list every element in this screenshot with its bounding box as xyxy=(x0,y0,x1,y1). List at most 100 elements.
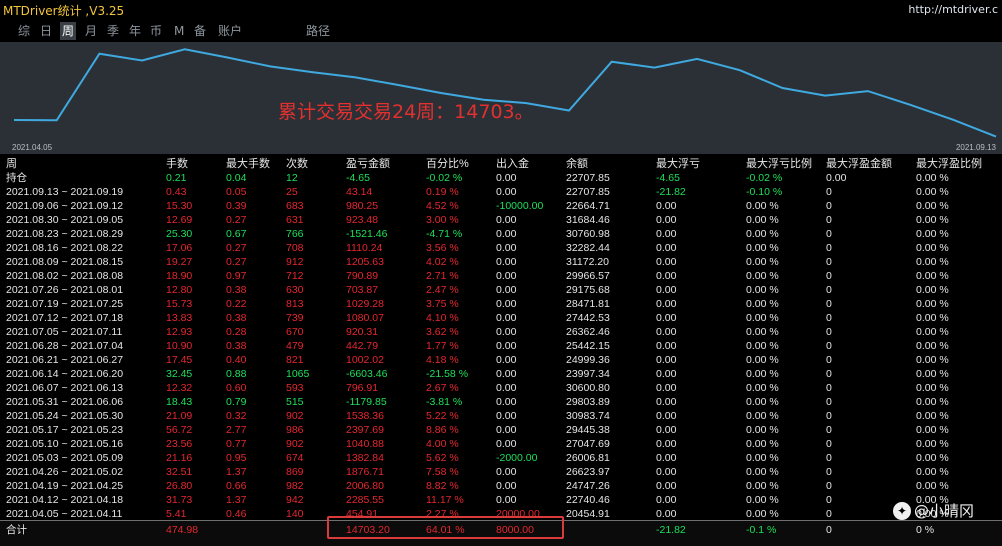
nav-tab-9[interactable]: 账户 xyxy=(216,22,244,40)
table-cell: 0.39 xyxy=(226,200,247,212)
table-row[interactable]: 2021.08.16 ~ 2021.08.22 17.06 0.27 708 1110.… xyxy=(0,241,1002,255)
table-cell: 1029.28 xyxy=(346,298,384,310)
table-row[interactable]: 2021.05.03 ~ 2021.05.09 21.16 0.95 674 1382.… xyxy=(0,451,1002,465)
table-cell: 2021.04.19 ~ 2021.04.25 xyxy=(6,480,124,492)
table-cell: 12.93 xyxy=(166,326,193,338)
total-max-dd: -21.82 xyxy=(656,524,686,536)
total-max-fp-pct: 0 % xyxy=(916,524,935,536)
table-row[interactable]: 2021.05.17 ~ 2021.05.23 56.72 2.77 986 2397.… xyxy=(0,423,1002,437)
table-cell: 2021.04.26 ~ 2021.05.02 xyxy=(6,466,124,478)
chart-start-date: 2021.04.05 xyxy=(12,143,53,152)
table-cell: 1040.88 xyxy=(346,438,384,450)
table-cell: 1.77 % xyxy=(426,340,459,352)
table-cell: 2021.08.23 ~ 2021.08.29 xyxy=(6,228,124,240)
table-cell: 15.30 xyxy=(166,200,193,212)
table-row[interactable]: 2021.08.09 ~ 2021.08.15 19.27 0.27 912 1205.… xyxy=(0,255,1002,269)
table-row[interactable]: 2021.06.07 ~ 2021.06.13 12.32 0.60 593 796.9… xyxy=(0,381,1002,395)
table-cell: 2021.08.30 ~ 2021.09.05 xyxy=(6,214,124,226)
nav-tab-4[interactable]: 季 xyxy=(105,22,121,40)
table-cell: 0.21 xyxy=(166,172,187,184)
table-row[interactable]: 2021.06.14 ~ 2021.06.20 32.45 0.88 1065 -660… xyxy=(0,367,1002,381)
table-cell: 942 xyxy=(286,494,304,506)
table-cell: 0.00 % xyxy=(916,326,949,338)
table-row[interactable]: 2021.09.06 ~ 2021.09.12 15.30 0.39 683 980.2… xyxy=(0,199,1002,213)
table-cell: 0.00 xyxy=(656,410,677,422)
table-row[interactable]: 2021.07.19 ~ 2021.07.25 15.73 0.22 813 1029.… xyxy=(0,297,1002,311)
table-cell: 2021.06.14 ~ 2021.06.20 xyxy=(6,368,124,380)
open-position-row[interactable]: 持仓 0.21 0.04 12 -4.65 -0.02 % 0.00 22707.85 -4.6… xyxy=(0,171,1002,185)
table-row[interactable]: 2021.04.19 ~ 2021.04.25 26.80 0.66 982 2006.… xyxy=(0,479,1002,493)
table-cell: 0 xyxy=(826,298,832,310)
table-cell: 8.82 % xyxy=(426,480,459,492)
table-row[interactable]: 2021.06.21 ~ 2021.06.27 17.45 0.40 821 1002.… xyxy=(0,353,1002,367)
nav-tab-2[interactable]: 周 xyxy=(60,22,77,40)
table-row[interactable]: 2021.07.26 ~ 2021.08.01 12.80 0.38 630 703.8… xyxy=(0,283,1002,297)
table-row[interactable]: 2021.06.28 ~ 2021.07.04 10.90 0.38 479 442.7… xyxy=(0,339,1002,353)
table-row[interactable]: 2021.05.24 ~ 2021.05.30 21.09 0.32 902 1538.… xyxy=(0,409,1002,423)
table-cell: 18.90 xyxy=(166,270,193,282)
table-cell: 15.73 xyxy=(166,298,193,310)
table-cell: 923.48 xyxy=(346,214,379,226)
table-cell: 25 xyxy=(286,186,298,198)
nav-tab-1[interactable]: 日 xyxy=(38,22,54,40)
nav-tab-7[interactable]: M xyxy=(172,22,186,40)
table-cell: 30760.98 xyxy=(566,228,610,240)
table-row[interactable]: 2021.07.05 ~ 2021.07.11 12.93 0.28 670 920.3… xyxy=(0,325,1002,339)
table-row[interactable]: 2021.08.02 ~ 2021.08.08 18.90 0.97 712 790.8… xyxy=(0,269,1002,283)
website-link[interactable]: http://mtdriver.c xyxy=(908,3,998,16)
table-cell: 0.00 % xyxy=(746,438,779,450)
table-cell: 31172.20 xyxy=(566,256,610,268)
table-cell: 0.00 % xyxy=(746,368,779,380)
table-cell: -1179.85 xyxy=(346,396,387,408)
app-title: MTDriver统计 ,V3.25 xyxy=(3,4,125,18)
table-cell: 0.00 % xyxy=(746,228,779,240)
table-cell: 0.00 xyxy=(656,228,677,240)
table-cell: 0.00 xyxy=(496,466,517,478)
column-header: 最大浮亏比例 xyxy=(746,158,812,170)
table-cell: 2021.04.05 ~ 2021.04.11 xyxy=(6,508,123,520)
table-cell: 0.00 % xyxy=(916,438,949,450)
nav-tab-6[interactable]: 币 xyxy=(148,22,164,40)
table-cell: 0 xyxy=(826,382,832,394)
table-row[interactable]: 2021.04.12 ~ 2021.04.18 31.73 1.37 942 2285.… xyxy=(0,493,1002,507)
nav-tab-0[interactable]: 综 xyxy=(16,22,32,40)
column-header: 百分比% xyxy=(426,158,469,170)
table-cell: 24747.26 xyxy=(566,480,610,492)
table-cell: 0 xyxy=(826,270,832,282)
table-cell: 0.00 % xyxy=(916,256,949,268)
table-cell: 0.00 % xyxy=(916,368,949,380)
nav-tab-8[interactable]: 备 xyxy=(192,22,208,40)
table-cell: 708 xyxy=(286,242,304,254)
table-cell: 26362.46 xyxy=(566,326,610,338)
total-lots: 474.98 xyxy=(166,524,199,536)
table-cell: 0 xyxy=(826,396,832,408)
table-cell: 0 xyxy=(826,410,832,422)
table-cell: 0.95 xyxy=(226,452,247,464)
table-cell: 27047.69 xyxy=(566,438,610,450)
table-cell: 5.41 xyxy=(166,508,187,520)
table-row[interactable]: 2021.05.31 ~ 2021.06.06 18.43 0.79 515 -1179… xyxy=(0,395,1002,409)
table-cell: 2021.04.12 ~ 2021.04.18 xyxy=(6,494,124,506)
table-row[interactable]: 2021.08.23 ~ 2021.08.29 25.30 0.67 766 -1521… xyxy=(0,227,1002,241)
total-label: 合计 xyxy=(6,524,27,536)
table-cell: 0.28 xyxy=(226,326,247,338)
table-cell: 24999.36 xyxy=(566,354,610,366)
table-cell: 0.00 % xyxy=(916,228,949,240)
table-cell: 10.90 xyxy=(166,340,193,352)
table-row[interactable]: 2021.07.12 ~ 2021.07.18 13.83 0.38 739 1080.… xyxy=(0,311,1002,325)
table-cell: 0.00 % xyxy=(916,452,949,464)
equity-chart: 累计交易交易24周：14703。 2021.04.05 2021.09.13 xyxy=(12,48,997,152)
table-cell: 0.00 % xyxy=(916,466,949,478)
table-cell: 0.00 xyxy=(656,396,677,408)
table-row[interactable]: 2021.09.13 ~ 2021.09.19 0.43 0.05 25 43.14 0.… xyxy=(0,185,1002,199)
table-cell: 0.00 xyxy=(656,354,677,366)
table-row[interactable]: 2021.04.26 ~ 2021.05.02 32.51 1.37 869 1876.… xyxy=(0,465,1002,479)
table-row[interactable]: 2021.05.10 ~ 2021.05.16 23.56 0.77 902 1040.… xyxy=(0,437,1002,451)
nav-tab-10[interactable]: 路径 xyxy=(304,22,332,40)
table-row[interactable]: 2021.08.30 ~ 2021.09.05 12.69 0.27 631 923.4… xyxy=(0,213,1002,227)
nav-tab-3[interactable]: 月 xyxy=(83,22,99,40)
nav-tab-5[interactable]: 年 xyxy=(127,22,143,40)
table-cell: 0 xyxy=(826,438,832,450)
table-cell: 0.00 xyxy=(656,466,677,478)
table-cell: 0.97 xyxy=(226,270,247,282)
